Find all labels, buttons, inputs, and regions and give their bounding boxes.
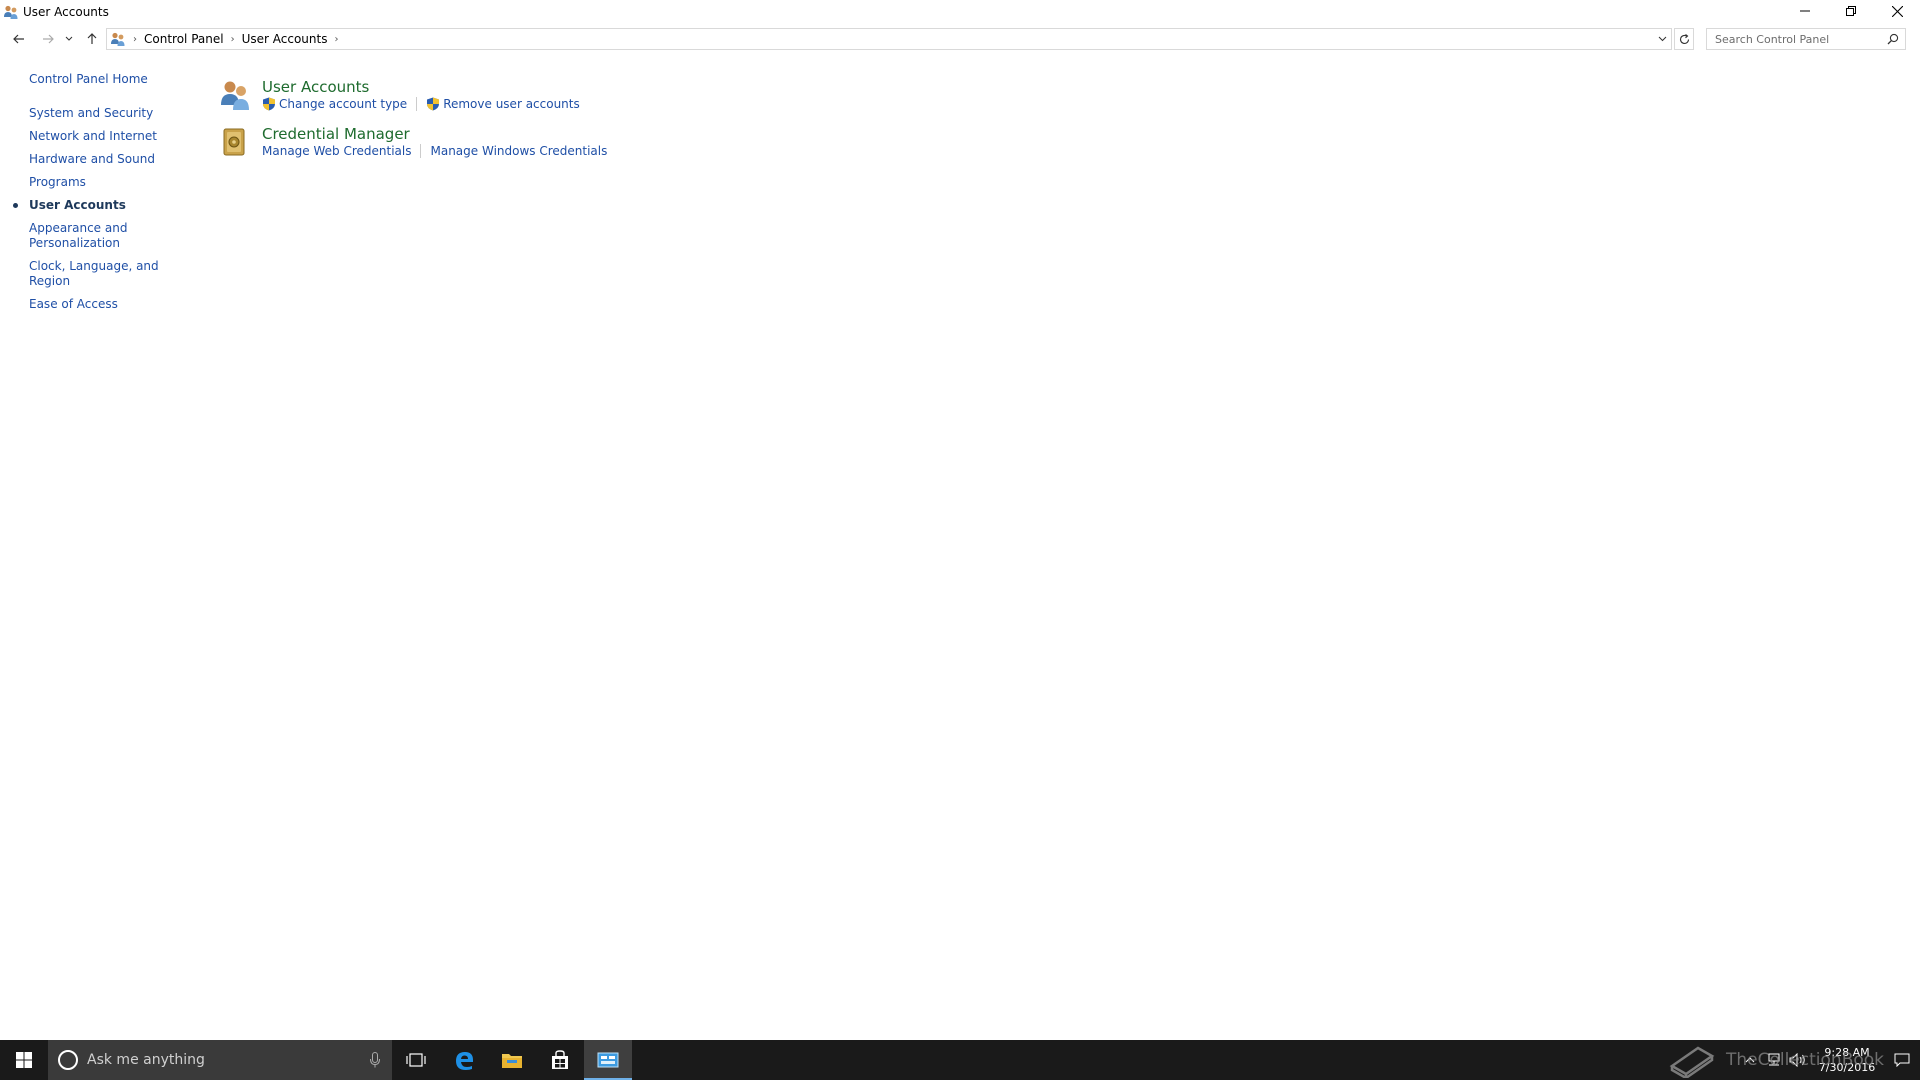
address-bar[interactable]: › Control Panel › User Accounts › [106, 28, 1672, 50]
restore-icon [1846, 6, 1856, 16]
search-box[interactable] [1706, 28, 1906, 50]
book-icon [1669, 1046, 1715, 1078]
cortana-icon [58, 1050, 78, 1070]
users-icon [111, 32, 125, 46]
remove-user-accounts-link[interactable]: Remove user accounts [426, 97, 580, 111]
nav-clock-language-and-region[interactable]: Clock, Language, and Region [29, 259, 199, 289]
nav-appearance-and-personalization[interactable]: Appearance and Personalization [29, 221, 129, 251]
minimize-icon [1800, 10, 1810, 12]
windows-logo-icon [16, 1052, 32, 1068]
search-icon[interactable] [1887, 33, 1899, 45]
breadcrumb-control-panel[interactable]: Control Panel [144, 32, 224, 46]
task-view-icon [406, 1053, 426, 1067]
link-divider [420, 144, 422, 158]
up-button[interactable] [83, 28, 101, 50]
nav-system-and-security[interactable]: System and Security [29, 106, 199, 121]
recent-locations-button[interactable] [63, 28, 75, 50]
action-center-button[interactable] [1884, 1040, 1920, 1080]
nav-user-accounts[interactable]: User Accounts [13, 198, 199, 213]
back-button[interactable] [10, 28, 28, 50]
control-panel-icon [597, 1052, 619, 1068]
user-accounts-title-link[interactable]: User Accounts [262, 78, 580, 96]
title-bar: User Accounts [0, 0, 1920, 24]
shield-icon [427, 97, 440, 111]
category-user-accounts: User Accounts Change account type Remove… [218, 78, 580, 112]
control-panel-taskbar-button[interactable] [584, 1040, 632, 1080]
breadcrumb-user-accounts[interactable]: User Accounts [242, 32, 328, 46]
edge-icon [456, 1052, 473, 1070]
restore-button[interactable] [1828, 0, 1874, 22]
chevron-down-icon [65, 36, 73, 41]
refresh-icon [1679, 33, 1689, 44]
navigation-bar: › Control Panel › User Accounts › [0, 28, 1920, 50]
store-icon [552, 1050, 568, 1069]
credential-manager-title-link[interactable]: Credential Manager [262, 125, 607, 143]
store-taskbar-button[interactable] [536, 1040, 584, 1080]
file-explorer-taskbar-button[interactable] [488, 1040, 536, 1080]
microphone-icon[interactable] [370, 1052, 380, 1068]
minimize-button[interactable] [1782, 0, 1828, 22]
edge-taskbar-button[interactable] [440, 1040, 488, 1080]
forward-button[interactable] [39, 28, 57, 50]
close-button[interactable] [1874, 0, 1920, 22]
chevron-down-icon [1658, 36, 1666, 42]
watermark-text: TheCollectionBook [1726, 1050, 1885, 1070]
chevron-right-icon[interactable]: › [334, 34, 338, 45]
credential-manager-links: Manage Web Credentials Manage Windows Cr… [262, 144, 607, 158]
remove-user-accounts-label: Remove user accounts [443, 97, 580, 111]
start-button[interactable] [0, 1040, 48, 1080]
back-arrow-icon [13, 34, 24, 44]
link-divider [416, 97, 418, 111]
close-icon [1891, 5, 1903, 17]
control-panel-home-link[interactable]: Control Panel Home [29, 72, 199, 87]
address-dropdown-button[interactable] [1653, 29, 1671, 49]
category-credential-manager: Credential Manager Manage Web Credential… [218, 125, 607, 159]
vault-icon [223, 128, 245, 156]
watermark: TheCollectionBook [1668, 1040, 1884, 1080]
left-navigation: Control Panel Home System and Security N… [13, 72, 199, 320]
refresh-button[interactable] [1674, 28, 1694, 50]
nav-programs[interactable]: Programs [29, 175, 199, 190]
users-icon [4, 5, 18, 19]
users-icon [221, 81, 249, 110]
task-view-button[interactable] [392, 1040, 440, 1080]
folder-icon [502, 1054, 522, 1068]
chevron-right-icon[interactable]: › [133, 34, 137, 45]
shield-icon [263, 97, 275, 111]
window-title: User Accounts [23, 5, 109, 19]
cortana-search-box[interactable]: Ask me anything [48, 1040, 392, 1080]
change-account-type-label: Change account type [279, 97, 408, 111]
manage-web-credentials-link[interactable]: Manage Web Credentials [262, 144, 411, 158]
chevron-right-icon[interactable]: › [231, 34, 235, 45]
change-account-type-link[interactable]: Change account type [262, 97, 407, 111]
forward-arrow-icon [43, 34, 54, 44]
search-input[interactable] [1713, 29, 1889, 49]
nav-hardware-and-sound[interactable]: Hardware and Sound [29, 152, 199, 167]
user-accounts-links: Change account type Remove user accounts [262, 97, 580, 111]
nav-network-and-internet[interactable]: Network and Internet [29, 129, 199, 144]
nav-ease-of-access[interactable]: Ease of Access [29, 297, 199, 312]
up-arrow-icon [87, 33, 97, 44]
taskbar: Ask me anything 9:28 AM 7/30/2016 [0, 1040, 1920, 1080]
manage-windows-credentials-link[interactable]: Manage Windows Credentials [430, 144, 607, 158]
window-controls [1782, 0, 1920, 22]
cortana-placeholder: Ask me anything [87, 1052, 205, 1068]
notification-icon [1894, 1053, 1910, 1067]
